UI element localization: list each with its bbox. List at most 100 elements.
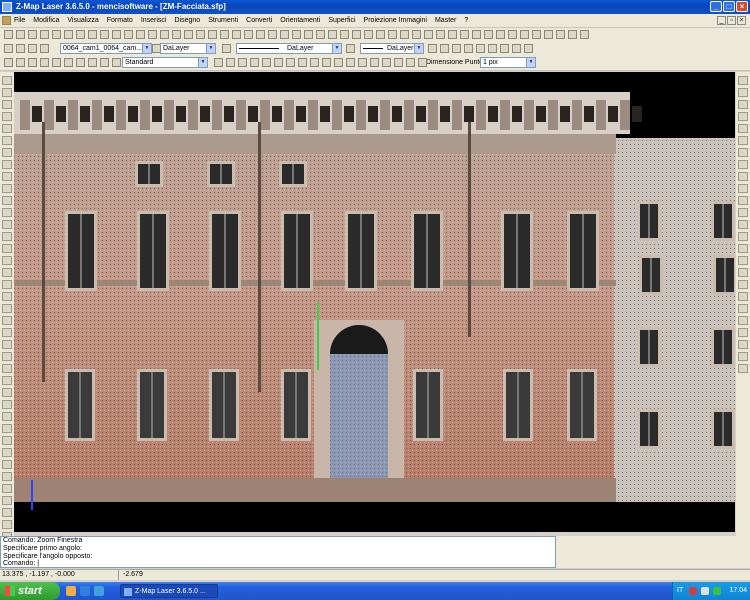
toolbar-tool-icon[interactable]	[136, 30, 145, 39]
toolbar-tool-icon[interactable]	[16, 58, 25, 67]
surface-tool-icon[interactable]	[738, 244, 748, 253]
toolbar-tool-icon[interactable]	[524, 44, 533, 53]
toolbar-tool-icon[interactable]	[500, 44, 509, 53]
draw-tool-icon[interactable]	[2, 280, 12, 289]
doc-restore-button[interactable]: ▫	[727, 16, 736, 25]
toolbar-tool-icon[interactable]	[16, 30, 25, 39]
draw-tool-icon[interactable]	[2, 460, 12, 469]
toolbar-tool-icon[interactable]	[304, 30, 313, 39]
toolbar-tool-icon[interactable]	[556, 30, 565, 39]
draw-tool-icon[interactable]	[2, 208, 12, 217]
toolbar-tool-icon[interactable]	[412, 30, 421, 39]
draw-tool-icon[interactable]	[2, 292, 12, 301]
toolbar-tool-icon[interactable]	[40, 30, 49, 39]
toolbar-tool-icon[interactable]	[352, 30, 361, 39]
linetype-combo[interactable]: DaLayer ▼	[236, 43, 342, 54]
surface-tool-icon[interactable]	[738, 364, 748, 373]
toolbar-tool-icon[interactable]	[464, 44, 473, 53]
toolbar-tool-icon[interactable]	[100, 30, 109, 39]
menu-proiezione-immagini[interactable]: Proiezione Immagini	[360, 14, 431, 27]
toolbar-tool-icon[interactable]	[172, 30, 181, 39]
surface-tool-icon[interactable]	[738, 232, 748, 241]
toolbar-tool-icon[interactable]	[322, 58, 331, 67]
toolbar-tool-icon[interactable]	[250, 58, 259, 67]
toolbar-tool-icon[interactable]	[508, 30, 517, 39]
lineweight-combo[interactable]: DaLayer ▼	[360, 43, 424, 54]
surface-tool-icon[interactable]	[738, 112, 748, 121]
toolbar-tool-icon[interactable]	[148, 30, 157, 39]
surface-tool-icon[interactable]	[738, 352, 748, 361]
toolbar-tool-icon[interactable]	[448, 30, 457, 39]
surface-tool-icon[interactable]	[738, 316, 748, 325]
toolbar-tool-icon[interactable]	[124, 30, 133, 39]
surface-tool-icon[interactable]	[738, 292, 748, 301]
menu-disegno[interactable]: Disegno	[171, 14, 205, 27]
surface-tool-icon[interactable]	[738, 196, 748, 205]
close-button[interactable]: ×	[736, 1, 748, 12]
surface-tool-icon[interactable]	[738, 304, 748, 313]
draw-tool-icon[interactable]	[2, 76, 12, 85]
toolbar-tool-icon[interactable]	[4, 30, 13, 39]
menu-strumenti[interactable]: Strumenti	[204, 14, 242, 27]
toolbar-tool-icon[interactable]	[112, 30, 121, 39]
draw-tool-icon[interactable]	[2, 364, 12, 373]
toolbar-tool-icon[interactable]	[100, 58, 109, 67]
toolbar-tool-icon[interactable]	[88, 58, 97, 67]
menu-superfici[interactable]: Superfici	[324, 14, 359, 27]
toolbar-tool-icon[interactable]	[376, 30, 385, 39]
taskbar-item-zmap[interactable]: Z-Map Laser 3.6.5.0 ...	[120, 584, 218, 598]
start-button[interactable]: start	[0, 582, 60, 600]
toolbar-tool-icon[interactable]	[310, 58, 319, 67]
menu-inserisci[interactable]: Inserisci	[137, 14, 171, 27]
toolbar-tool-icon[interactable]	[64, 30, 73, 39]
toolbar-tool-icon[interactable]	[436, 30, 445, 39]
draw-tool-icon[interactable]	[2, 508, 12, 517]
toolbar-tool-icon[interactable]	[340, 30, 349, 39]
command-line-panel[interactable]: Comando: Zoom Finestra Specificare primo…	[0, 536, 556, 568]
toolbar-tool-icon[interactable]	[424, 30, 433, 39]
textstyle-combo[interactable]: Standard ▼	[122, 57, 208, 68]
surface-tool-icon[interactable]	[738, 184, 748, 193]
app-icon[interactable]	[2, 2, 12, 12]
draw-tool-icon[interactable]	[2, 160, 12, 169]
toolbar-tool-icon[interactable]	[400, 30, 409, 39]
toolbar-tool-icon[interactable]	[232, 30, 241, 39]
toolbar-tool-icon[interactable]	[112, 58, 121, 67]
surface-tool-icon[interactable]	[738, 136, 748, 145]
toolbar-tool-icon[interactable]	[52, 30, 61, 39]
toolbar-tool-icon[interactable]	[160, 30, 169, 39]
draw-tool-icon[interactable]	[2, 424, 12, 433]
toolbar-tool-icon[interactable]	[286, 58, 295, 67]
toolbar-tool-icon[interactable]	[152, 44, 161, 53]
toolbar-tool-icon[interactable]	[222, 44, 231, 53]
draw-tool-icon[interactable]	[2, 400, 12, 409]
toolbar-tool-icon[interactable]	[40, 44, 49, 53]
toolbar-tool-icon[interactable]	[580, 30, 589, 39]
surface-tool-icon[interactable]	[738, 100, 748, 109]
menu-converti[interactable]: Converti	[242, 14, 276, 27]
quicklaunch-desktop-icon[interactable]	[94, 586, 104, 596]
toolbar-tool-icon[interactable]	[64, 58, 73, 67]
toolbar-tool-icon[interactable]	[346, 58, 355, 67]
toolbar-tool-icon[interactable]	[238, 58, 247, 67]
draw-tool-icon[interactable]	[2, 328, 12, 337]
toolbar-tool-icon[interactable]	[488, 44, 497, 53]
toolbar-tool-icon[interactable]	[496, 30, 505, 39]
tray-icon[interactable]	[713, 587, 721, 595]
toolbar-tool-icon[interactable]	[76, 58, 85, 67]
toolbar-tool-icon[interactable]	[440, 44, 449, 53]
surface-tool-icon[interactable]	[738, 148, 748, 157]
toolbar-tool-icon[interactable]	[292, 30, 301, 39]
toolbar-tool-icon[interactable]	[268, 30, 277, 39]
toolbar-tool-icon[interactable]	[220, 30, 229, 39]
toolbar-tool-icon[interactable]	[418, 58, 427, 67]
draw-tool-icon[interactable]	[2, 172, 12, 181]
toolbar-tool-icon[interactable]	[334, 58, 343, 67]
toolbar-tool-icon[interactable]	[28, 58, 37, 67]
toolbar-tool-icon[interactable]	[484, 30, 493, 39]
toolbar-tool-icon[interactable]	[28, 30, 37, 39]
toolbar-tool-icon[interactable]	[406, 58, 415, 67]
draw-tool-icon[interactable]	[2, 316, 12, 325]
toolbar-tool-icon[interactable]	[316, 30, 325, 39]
toolbar-tool-icon[interactable]	[452, 44, 461, 53]
